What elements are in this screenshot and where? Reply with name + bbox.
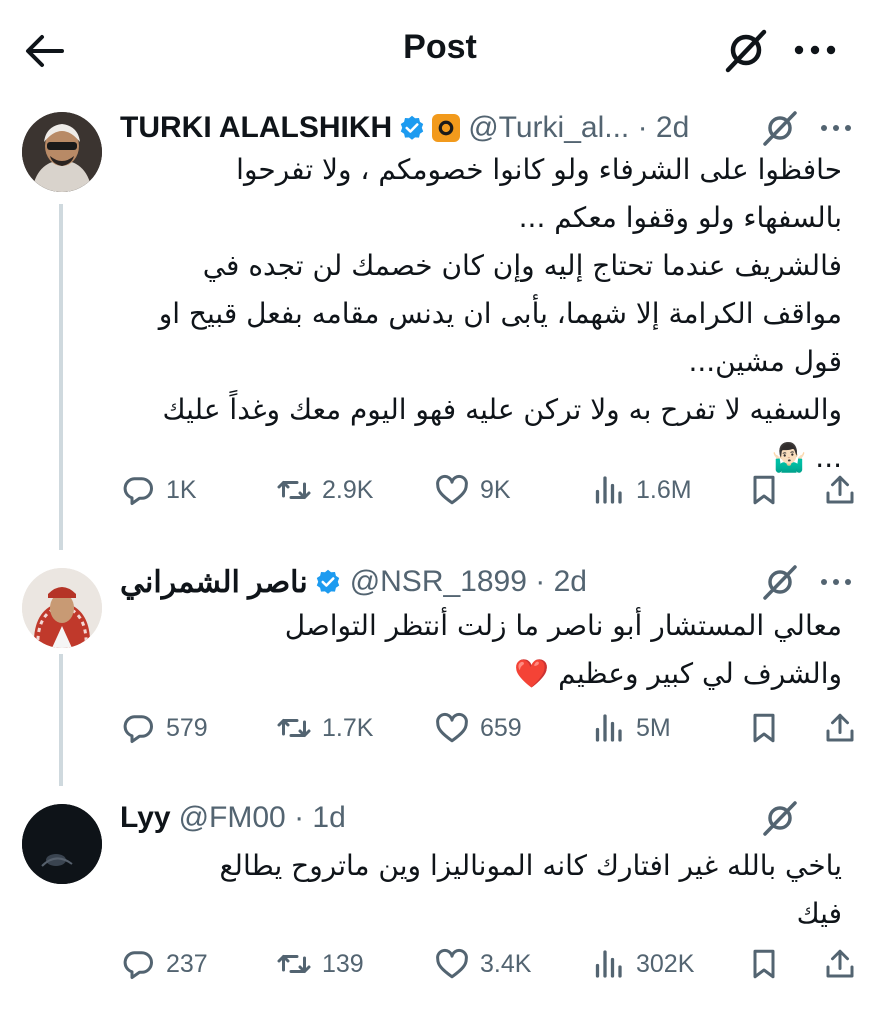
tweet-text-line: ياخي بالله غير افتارك كانه الموناليزا وي… — [219, 849, 842, 882]
tweet[interactable]: ناصر الشمراني @NSR_1899 · 2d معالي المست… — [0, 560, 880, 780]
tweet[interactable]: TURKI ALALSHIKH @Turki_al... · 2d حافظوا… — [0, 100, 880, 530]
display-name[interactable]: ناصر الشمراني — [120, 565, 308, 600]
tweet[interactable]: Lyy @FM00 · 1d ياخي بالله غير افتارك كان… — [0, 796, 880, 1024]
like-count: 659 — [480, 713, 522, 742]
handle-time: @FM00 · 1d — [178, 801, 346, 834]
repost-count: 1.7K — [322, 713, 374, 742]
reply-icon — [123, 715, 153, 743]
bookmark-icon — [753, 713, 775, 743]
grok-icon[interactable] — [760, 798, 800, 838]
verified-icon — [401, 115, 424, 140]
reply-button[interactable]: 237 — [120, 942, 208, 986]
like-icon — [436, 474, 468, 505]
grok-icon[interactable] — [760, 562, 800, 602]
view-count: 302K — [636, 949, 695, 978]
verified-icon — [316, 569, 339, 594]
handle-time: @NSR_1899 · 2d — [349, 565, 587, 598]
action-bar: 1K 2.9K 9K 1.6M — [120, 468, 860, 512]
tweet-text-line: فالشريف عندما تحتاج إليه وإن كان خصمك لن… — [202, 249, 842, 282]
action-bar: 579 1.7K 659 5M — [120, 706, 860, 750]
tweet-text-line: قول مشين... — [688, 345, 842, 378]
view-count: 5M — [636, 713, 671, 742]
reply-icon — [123, 951, 153, 979]
views-icon — [595, 950, 622, 978]
share-icon — [826, 713, 854, 742]
repost-button[interactable]: 2.9K — [276, 468, 373, 512]
tweet-text-line: معالي المستشار أبو ناصر ما زلت أنتظر الت… — [284, 609, 842, 642]
view-count: 1.6M — [636, 475, 692, 504]
reply-count: 237 — [166, 949, 208, 978]
like-count: 3.4K — [480, 949, 532, 978]
grok-icon[interactable] — [722, 26, 770, 74]
more-icon[interactable] — [816, 108, 856, 148]
share-button[interactable] — [822, 468, 858, 512]
repost-icon — [277, 481, 311, 499]
like-count: 9K — [480, 475, 511, 504]
reply-count: 579 — [166, 713, 208, 742]
tweet-text-line: والشرف لي كبير وعظيم ❤️ — [514, 657, 842, 690]
repost-icon — [277, 955, 311, 973]
avatar[interactable] — [22, 568, 102, 648]
more-icon[interactable] — [790, 26, 840, 74]
views-icon — [595, 476, 622, 504]
tweet-text-line: فيك — [796, 897, 842, 930]
action-bar: 237 139 3.4K 302K — [120, 942, 860, 986]
repost-button[interactable]: 139 — [276, 942, 364, 986]
display-name[interactable]: Lyy — [120, 801, 171, 835]
tweet-header: TURKI ALALSHIKH @Turki_al... · 2d — [120, 108, 689, 148]
like-icon — [436, 948, 468, 979]
share-button[interactable] — [822, 706, 858, 750]
views-button[interactable]: 302K — [590, 942, 694, 986]
like-button[interactable]: 9K — [434, 468, 511, 512]
share-icon — [826, 475, 854, 504]
like-icon — [436, 712, 468, 743]
reply-icon — [123, 477, 153, 505]
bookmark-icon — [753, 475, 775, 505]
tweet-header: ناصر الشمراني @NSR_1899 · 2d — [120, 562, 587, 602]
tweet-text-line: حافظوا على الشرفاء ولو كانوا خصومكم ، ول… — [236, 153, 842, 186]
share-icon — [826, 949, 854, 978]
top-bar: Post — [0, 0, 880, 100]
repost-button[interactable]: 1.7K — [276, 706, 373, 750]
reply-button[interactable]: 579 — [120, 706, 208, 750]
views-button[interactable]: 1.6M — [590, 468, 692, 512]
bookmark-icon — [753, 949, 775, 979]
like-button[interactable]: 659 — [434, 706, 522, 750]
bookmark-button[interactable] — [746, 468, 782, 512]
handle-time: @Turki_al... · 2d — [468, 111, 690, 144]
tweet-header: Lyy @FM00 · 1d — [120, 798, 346, 838]
like-button[interactable]: 3.4K — [434, 942, 531, 986]
bookmark-button[interactable] — [746, 942, 782, 986]
tweet-text: معالي المستشار أبو ناصر ما زلت أنتظر الت… — [120, 602, 842, 698]
tweet-text: حافظوا على الشرفاء ولو كانوا خصومكم ، ول… — [120, 146, 842, 482]
avatar[interactable] — [22, 112, 102, 192]
reply-button[interactable]: 1K — [120, 468, 197, 512]
display-name[interactable]: TURKI ALALSHIKH — [120, 111, 392, 145]
affiliation-badge-icon — [432, 114, 461, 142]
more-icon[interactable] — [816, 562, 856, 602]
grok-icon[interactable] — [760, 108, 800, 148]
repost-icon — [277, 719, 311, 737]
share-button[interactable] — [822, 942, 858, 986]
views-icon — [595, 714, 622, 742]
avatar[interactable] — [22, 804, 102, 884]
tweet-text-line: بالسفهاء ولو وقفوا معكم ... — [518, 201, 842, 234]
tweet-text: ياخي بالله غير افتارك كانه الموناليزا وي… — [120, 842, 842, 938]
bookmark-button[interactable] — [746, 706, 782, 750]
reply-count: 1K — [166, 475, 197, 504]
repost-count: 139 — [322, 949, 364, 978]
repost-count: 2.9K — [322, 475, 374, 504]
views-button[interactable]: 5M — [590, 706, 671, 750]
tweet-text-line: والسفيه لا تفرح به ولا تركن عليه فهو الي… — [162, 393, 843, 426]
tweet-text-line: مواقف الكرامة إلا شهما، يأبى ان يدنس مقا… — [158, 297, 842, 330]
